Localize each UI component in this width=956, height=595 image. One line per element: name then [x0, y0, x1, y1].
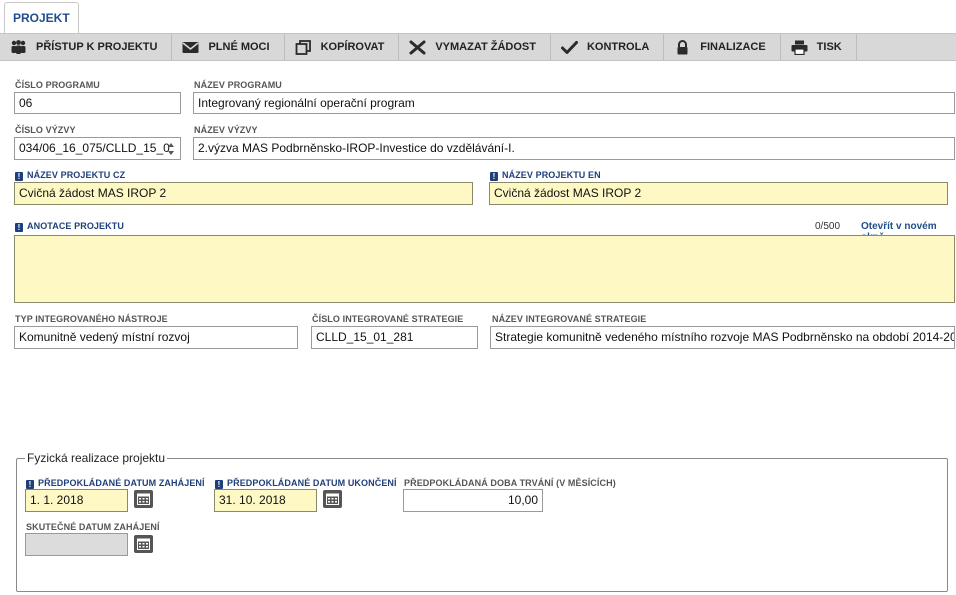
planned-start-label-text: PŘEDPOKLÁDANÉ DATUM ZAHÁJENÍ [38, 478, 205, 488]
physical-realization-legend: Fyzická realizace projektu [27, 451, 166, 465]
required-icon: ! [26, 480, 34, 489]
instrument-type-field[interactable]: Komunitně vedený místní rozvoj [14, 326, 298, 349]
lock-icon [677, 39, 688, 54]
access-to-project-button[interactable]: PŘÍSTUP K PROJEKTU [0, 34, 173, 60]
delete-application-button[interactable]: VYMAZAT ŽÁDOST [399, 34, 551, 60]
call-name-field[interactable]: 2.výzva MAS Podbrněnsko-IROP-Investice d… [193, 137, 955, 160]
powers-of-attorney-button[interactable]: PLNÉ MOCI [172, 34, 285, 60]
check-label: KONTROLA [586, 41, 650, 53]
planned-end-label-text: PŘEDPOKLÁDANÉ DATUM UKONČENÍ [227, 478, 397, 488]
planned-duration-field[interactable]: 10,00 [403, 489, 543, 512]
planned-start-label: ! PŘEDPOKLÁDANÉ DATUM ZAHÁJENÍ [26, 478, 205, 489]
program-name-field[interactable]: Integrovaný regionální operační program [193, 92, 955, 114]
strategy-name-field[interactable]: Strategie komunitně vedeného místního ro… [490, 326, 955, 349]
project-name-cz-field[interactable]: Cvičná žádost MAS IROP 2 [14, 182, 473, 205]
required-icon: ! [215, 480, 223, 489]
required-icon: ! [15, 223, 23, 232]
people-icon [11, 39, 26, 54]
required-icon: ! [15, 172, 23, 181]
call-number-field[interactable]: 034/06_16_075/CLLD_15_0 [14, 137, 181, 160]
cross-icon [409, 40, 426, 54]
project-name-en-field[interactable]: Cvičná žádost MAS IROP 2 [489, 182, 948, 205]
check-icon [560, 40, 578, 54]
strategy-number-label: ČÍSLO INTEGROVANÉ STRATEGIE [312, 314, 464, 324]
program-number-field[interactable]: 06 [14, 92, 181, 114]
annotation-counter: 0/500 [815, 221, 841, 232]
actual-start-date-field[interactable] [25, 533, 128, 556]
print-button[interactable]: TISK [781, 34, 857, 60]
project-name-cz-label: ! NÁZEV PROJEKTU CZ [15, 170, 125, 181]
calendar-icon[interactable] [134, 490, 153, 508]
program-name-label: NÁZEV PROGRAMU [194, 80, 282, 90]
project-name-en-label-text: NÁZEV PROJEKTU EN [502, 170, 601, 180]
powers-of-attorney-label: PLNÉ MOCI [208, 41, 270, 53]
required-icon: ! [490, 172, 498, 181]
spinner-icon[interactable] [164, 138, 178, 160]
envelope-icon [182, 41, 199, 53]
print-label: TISK [816, 41, 842, 53]
copy-label: KOPÍROVAT [320, 41, 385, 53]
calendar-icon[interactable] [323, 490, 342, 508]
copy-icon [295, 39, 311, 55]
strategy-number-field[interactable]: CLLD_15_01_281 [311, 326, 478, 349]
project-name-en-label: ! NÁZEV PROJEKTU EN [490, 170, 601, 181]
strategy-name-label: NÁZEV INTEGROVANÉ STRATEGIE [492, 314, 647, 324]
actual-start-label: SKUTEČNÉ DATUM ZAHÁJENÍ [26, 522, 160, 532]
planned-start-date-field[interactable]: 1. 1. 2018 [25, 489, 128, 512]
calendar-icon[interactable] [134, 535, 153, 553]
tab-projekt[interactable]: PROJEKT [4, 2, 79, 34]
toolbar: PŘÍSTUP K PROJEKTU PLNÉ MOCI KOPÍROVAT V… [0, 33, 956, 61]
copy-button[interactable]: KOPÍROVAT [285, 34, 400, 60]
annotation-label: ! ANOTACE PROJEKTU [15, 221, 124, 232]
finalize-label: FINALIZACE [700, 41, 766, 53]
call-number-value: 034/06_16_075/CLLD_15_0 [19, 141, 170, 155]
annotation-label-text: ANOTACE PROJEKTU [27, 221, 124, 231]
annotation-textarea[interactable] [14, 235, 955, 303]
finalize-button[interactable]: FINALIZACE [664, 34, 781, 60]
instrument-type-label: TYP INTEGROVANÉHO NÁSTROJE [15, 314, 168, 324]
call-name-label: NÁZEV VÝZVY [194, 125, 258, 135]
delete-application-label: VYMAZAT ŽÁDOST [435, 41, 536, 53]
printer-icon [791, 40, 808, 55]
project-name-cz-label-text: NÁZEV PROJEKTU CZ [27, 170, 126, 180]
planned-end-label: ! PŘEDPOKLÁDANÉ DATUM UKONČENÍ [215, 478, 397, 489]
check-button[interactable]: KONTROLA [551, 34, 665, 60]
access-to-project-label: PŘÍSTUP K PROJEKTU [36, 41, 158, 53]
tab-bar: PROJEKT [0, 0, 956, 34]
program-number-label: ČÍSLO PROGRAMU [15, 80, 100, 90]
planned-duration-label: PŘEDPOKLÁDANÁ DOBA TRVÁNÍ (V MĚSÍCÍCH) [404, 478, 616, 488]
planned-end-date-field[interactable]: 31. 10. 2018 [214, 489, 317, 512]
call-number-label: ČÍSLO VÝZVY [15, 125, 76, 135]
